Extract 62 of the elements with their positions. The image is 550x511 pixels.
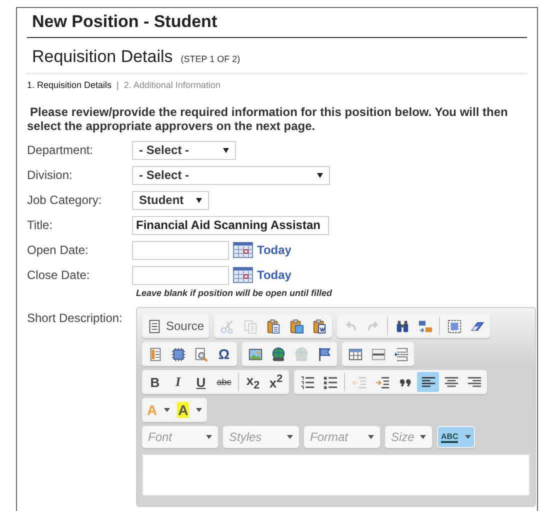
toolbar-button[interactable]: A — [174, 400, 206, 420]
align-left-icon — [420, 374, 436, 390]
page-break-icon — [394, 346, 408, 362]
toolbar-button[interactable]: x$_{2}$ — [242, 372, 264, 392]
toolbar-button[interactable]: I — [167, 372, 189, 392]
numbered-list-icon — [300, 374, 314, 390]
outdent-icon — [352, 374, 366, 390]
date-field[interactable] — [132, 240, 229, 260]
today-link[interactable]: Today — [257, 243, 292, 257]
step-separator: | — [116, 80, 119, 90]
text-field[interactable]: Financial Aid Scanning Assistan — [132, 216, 329, 234]
flag-icon — [316, 346, 332, 362]
magnifier-page-icon — [194, 346, 208, 362]
field-label: Job Category: — [27, 192, 103, 209]
toolbar-button[interactable]: B — [144, 372, 166, 392]
today-link[interactable]: Today — [257, 268, 292, 282]
clipboard-icon — [288, 318, 304, 334]
instructions-text: Please review/provide the required information for this position below. You will then select the appropriate approvers on the next page. — [27, 106, 509, 133]
field-label: Division: — [27, 167, 74, 184]
calendar-icon[interactable] — [233, 242, 253, 258]
clipboard-icon — [266, 318, 281, 334]
field-label: Short Description: — [27, 310, 124, 327]
document-icon — [147, 318, 162, 334]
toolbar-button[interactable]: U — [190, 372, 212, 392]
replace-icon — [418, 318, 433, 334]
calendar-icon[interactable] — [233, 267, 253, 283]
copy-icon — [242, 318, 258, 334]
toolbar-button[interactable]: Ω — [213, 344, 235, 364]
field-label: Close Date: — [27, 267, 91, 284]
step-link[interactable]: 2. Additional Information — [124, 80, 220, 90]
document-icon — [148, 346, 162, 362]
chip-icon — [170, 346, 186, 362]
dropdown[interactable]: - Select - — [132, 166, 330, 184]
select-all-icon — [446, 318, 462, 334]
image-icon — [248, 346, 262, 362]
binoculars-icon — [394, 318, 410, 334]
scissors-icon — [220, 318, 235, 334]
toolbar-button[interactable]: abc — [213, 372, 235, 392]
section-title: Requisition Details — [32, 47, 173, 67]
indent-icon — [374, 374, 390, 390]
step-counter: (STEP 1 OF 2) — [180, 54, 240, 64]
toolbar-button[interactable]: Source — [144, 316, 208, 336]
toolbar-button[interactable]: ABC — [438, 427, 474, 447]
clipboard-icon — [312, 318, 327, 334]
page-title: New Position - Student — [27, 8, 527, 38]
redo-arrow-icon — [366, 318, 381, 334]
toolbar-button[interactable] — [417, 372, 439, 392]
globe-link-icon — [270, 346, 286, 362]
globe-link-icon — [294, 346, 308, 362]
field-label: Department: — [27, 142, 94, 159]
table-icon — [348, 346, 362, 362]
align-right-icon — [466, 374, 482, 390]
align-center-icon — [444, 374, 458, 390]
date-field[interactable] — [132, 266, 229, 284]
field-label: Open Date: — [27, 242, 90, 259]
dropdown[interactable]: - Select - — [132, 140, 236, 160]
bulleted-list-icon — [322, 374, 338, 390]
hint-text: Leave blank if position will be open until filled — [136, 288, 334, 298]
dropdown[interactable]: Student — [132, 190, 209, 210]
toolbar-button[interactable]: x$^{2}$ — [265, 372, 287, 392]
step-link[interactable]: 1. Requisition Details — [27, 80, 112, 90]
field-label: Title: — [27, 217, 54, 234]
